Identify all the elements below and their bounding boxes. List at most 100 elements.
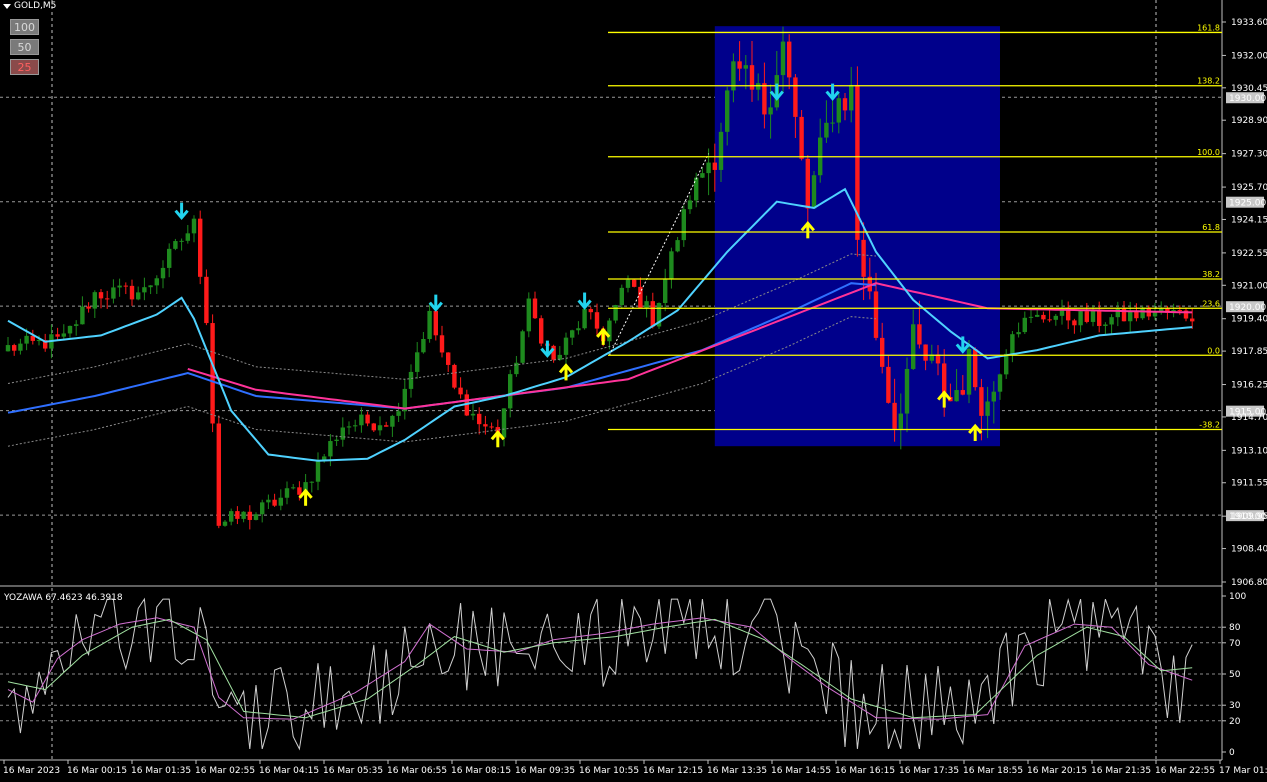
candle-body — [663, 278, 668, 303]
candle-body — [315, 460, 321, 482]
candle-body — [396, 411, 401, 416]
candle-body — [911, 324, 916, 369]
candle-body — [514, 362, 519, 375]
candle-body — [92, 292, 97, 309]
x-tick-label: 16 Mar 06:55 — [387, 766, 447, 776]
timeframe-button-100[interactable]: 100 — [10, 19, 39, 35]
candle-body — [880, 337, 885, 367]
candle-body — [148, 285, 153, 288]
x-tick-label: 16 Mar 05:35 — [323, 766, 383, 776]
fib-level-label: 100.0 — [1197, 148, 1220, 157]
price-label: 1925.00 — [1229, 199, 1266, 209]
candle-body — [284, 488, 290, 498]
candle-body — [12, 345, 17, 351]
candle-body — [408, 371, 414, 389]
oscillator-label: YOZAWA 67.4623 46.3918 — [4, 593, 123, 603]
candle-body — [266, 499, 271, 503]
candle-body — [532, 298, 538, 319]
candle-body — [1078, 311, 1083, 326]
candle-body — [873, 291, 879, 338]
candle-body — [979, 387, 984, 416]
candle-body — [371, 423, 376, 431]
candle-body — [520, 331, 525, 363]
y-tick-label: 1914.70 — [1231, 413, 1267, 423]
candle-body — [1084, 311, 1089, 322]
candle-body — [253, 514, 259, 520]
candle-body — [328, 441, 333, 457]
y-tick-label: 1933.60 — [1231, 18, 1267, 28]
candle-body — [204, 276, 209, 324]
candle-body — [508, 374, 513, 409]
candle-body — [241, 511, 246, 519]
price-label: 1920.00 — [1229, 303, 1266, 313]
candle-body — [433, 310, 438, 336]
candle-body — [198, 218, 203, 277]
ma-pink-line — [187, 282, 1193, 410]
price-label: 1930.00 — [1229, 94, 1266, 104]
timeframe-button-25[interactable]: 25 — [10, 59, 39, 75]
candle-body — [1072, 320, 1077, 326]
candle-body — [700, 173, 705, 178]
candle-body — [334, 439, 339, 442]
x-tick-label: 16 Mar 16:15 — [835, 766, 895, 776]
x-tick-label: 16 Mar 14:55 — [771, 766, 831, 776]
candle-body — [712, 162, 717, 170]
candle-body — [923, 344, 928, 361]
candle-body — [632, 279, 637, 287]
price-chart[interactable]: 1930.001925.001920.001915.001910.00161.8… — [0, 0, 1267, 778]
oscillator-signal-line — [7, 617, 1193, 720]
signal-arrow-down-icon — [428, 294, 443, 312]
candle-body — [18, 343, 23, 351]
candle-body — [830, 122, 835, 124]
dropdown-triangle-icon[interactable] — [3, 4, 11, 9]
candle-body — [1177, 309, 1182, 311]
candle-body — [706, 162, 711, 174]
candle-body — [849, 84, 854, 111]
y-tick-label: 1917.85 — [1231, 347, 1267, 357]
y-tick-label: 1916.25 — [1231, 381, 1267, 391]
y-tick-label: 1930.45 — [1231, 84, 1267, 94]
y-tick-label: 1919.40 — [1231, 315, 1267, 325]
candle-body — [625, 279, 631, 288]
x-tick-label: 16 Mar 10:55 — [579, 766, 639, 776]
candle-body — [824, 122, 829, 138]
candle-body — [439, 335, 445, 353]
candle-body — [67, 325, 73, 334]
candle-body — [458, 387, 463, 395]
candle-body — [1152, 312, 1158, 317]
candle-body — [539, 318, 544, 344]
x-tick-label: 16 Mar 12:15 — [643, 766, 703, 776]
candle-body — [415, 352, 420, 372]
candle-body — [1047, 319, 1052, 321]
candle-body — [1128, 311, 1133, 322]
x-tick-label: 17 Mar 01:15 — [1219, 766, 1267, 776]
candle-body — [477, 413, 482, 425]
x-tick-label: 16 Mar 2023 — [3, 766, 60, 776]
candle-body — [805, 158, 810, 209]
candle-body — [960, 390, 965, 395]
candle-body — [793, 77, 798, 117]
chart-root: 1930.00 1925.00 1920.00 1915.00 1910.00 161.8… — [0, 0, 1267, 778]
candle-body — [61, 333, 66, 337]
timeframe-button-50[interactable]: 50 — [10, 39, 39, 55]
candle-body — [650, 301, 655, 327]
candle-body — [297, 487, 302, 495]
signal-arrow-down-icon — [577, 292, 592, 310]
osc-y-tick-label: 30 — [1229, 701, 1241, 711]
candle-body — [291, 487, 296, 489]
candle-body — [619, 287, 624, 306]
x-tick-label: 16 Mar 09:35 — [515, 766, 575, 776]
x-tick-label: 16 Mar 02:55 — [195, 766, 255, 776]
candle-body — [427, 310, 432, 339]
candle-body — [390, 415, 395, 427]
fib-level-label: 0.0 — [1207, 346, 1220, 355]
y-tick-label: 1927.30 — [1231, 150, 1267, 160]
candle-body — [309, 481, 314, 483]
fib-level-label: 138.2 — [1197, 77, 1220, 86]
candle-body — [123, 285, 128, 287]
candle-body — [737, 61, 742, 69]
candle-body — [768, 107, 773, 115]
candle-body — [5, 345, 11, 352]
candle-body — [247, 511, 252, 520]
x-tick-label: 16 Mar 20:15 — [1027, 766, 1087, 776]
